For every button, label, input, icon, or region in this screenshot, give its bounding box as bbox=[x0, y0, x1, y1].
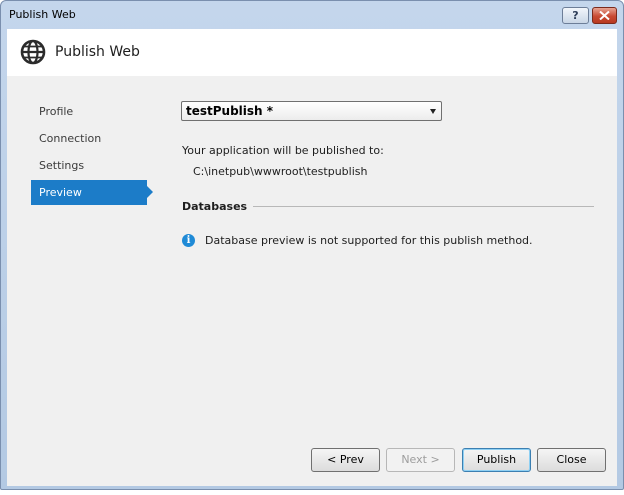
publish-web-dialog: Publish Web ? Publish Web Profile Connec… bbox=[0, 0, 624, 490]
globe-icon bbox=[20, 39, 46, 65]
window-title: Publish Web bbox=[9, 8, 76, 21]
nav-item-preview[interactable]: Preview bbox=[31, 180, 153, 205]
close-button[interactable]: Close bbox=[537, 448, 606, 472]
nav-item-profile[interactable]: Profile bbox=[31, 99, 147, 124]
prev-button[interactable]: < Prev bbox=[311, 448, 380, 472]
dialog-content: Profile Connection Settings Preview test… bbox=[7, 76, 617, 486]
publish-target-path: C:\inetpub\wwwroot\testpublish bbox=[193, 165, 368, 178]
profile-dropdown-value: testPublish * bbox=[186, 104, 274, 118]
publish-target-label: Your application will be published to: bbox=[182, 144, 384, 157]
databases-title: Databases bbox=[182, 200, 254, 213]
next-button[interactable]: Next > bbox=[386, 448, 455, 472]
chevron-down-icon bbox=[430, 109, 436, 114]
dialog-title: Publish Web bbox=[55, 44, 140, 60]
help-icon: ? bbox=[572, 9, 579, 22]
info-icon: i bbox=[182, 234, 195, 247]
database-info-message: Database preview is not supported for th… bbox=[205, 234, 533, 247]
publish-button[interactable]: Publish bbox=[462, 448, 531, 472]
nav-item-settings[interactable]: Settings bbox=[31, 153, 147, 178]
nav-item-connection[interactable]: Connection bbox=[31, 126, 147, 151]
profile-dropdown[interactable]: testPublish * bbox=[181, 101, 442, 121]
dialog-header: Publish Web bbox=[7, 29, 617, 76]
help-button[interactable]: ? bbox=[562, 7, 589, 24]
close-window-button[interactable] bbox=[592, 7, 617, 24]
title-bar[interactable]: Publish Web ? bbox=[1, 1, 623, 29]
close-icon bbox=[599, 11, 610, 20]
databases-section-header: Databases bbox=[182, 200, 596, 214]
